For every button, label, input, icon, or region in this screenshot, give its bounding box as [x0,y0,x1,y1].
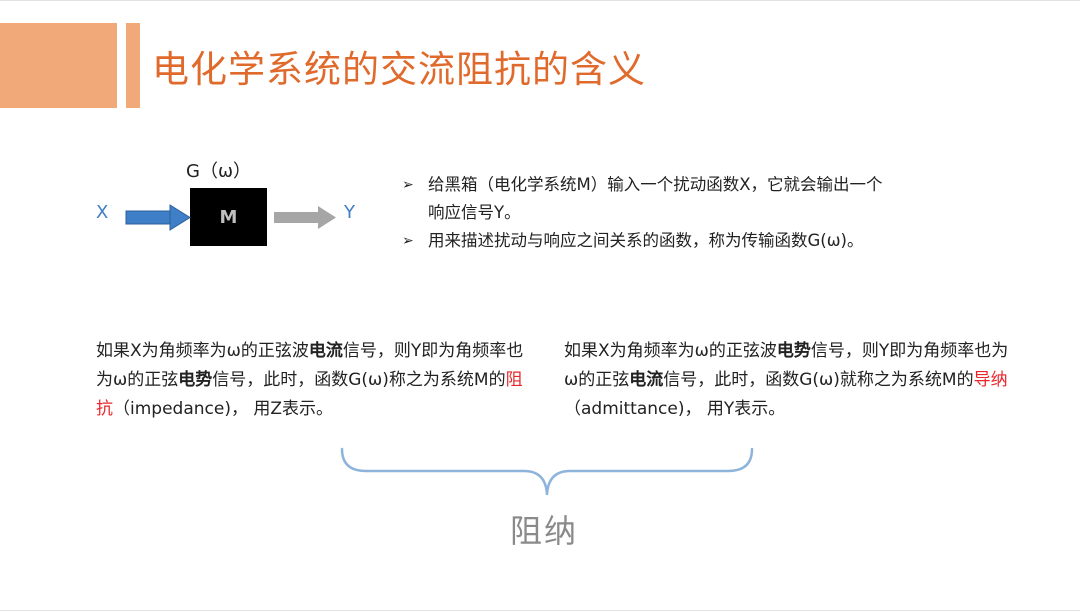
bullet-item: ➢ 用来描述扰动与响应之间关系的函数，称为传输函数G(ω)。 [402,227,1022,255]
admittance-term: 导纳 [973,370,1008,390]
bullet-line: 给黑箱（电化学系统M）输入一个扰动函数X，它就会输出一个 [428,175,883,194]
impedance-paragraph: 如果X为角频率为ω的正弦波电流信号，则Y即为角频率也为ω的正弦电势信号，此时，函… [96,337,532,424]
bullet-line: 用来描述扰动与响应之间关系的函数，称为传输函数G(ω)。 [428,231,864,250]
para-bold-term: 电流 [629,370,664,390]
arrow-bullet-icon: ➢ [402,177,414,193]
curly-brace-icon [340,447,754,496]
para-text: （admittance)， 用Y表示。 [564,399,786,419]
para-bold-term: 电势 [178,370,213,390]
diagram-arrows [125,204,336,231]
immittance-label: 阻纳 [510,512,579,550]
para-text: 如果X为角频率为ω的正弦波 [564,341,777,361]
bullet-list: ➢ 给黑箱（电化学系统M）输入一个扰动函数X，它就会输出一个 响应信号Y。 ➢ … [402,171,1022,255]
slide: 电化学系统的交流阻抗的含义 G（ω） X Y M ➢ 给黑箱（电化学系统M）输入… [0,0,1080,611]
arrow-bullet-icon: ➢ [402,233,414,249]
para-text: 如果X为角频率为ω的正弦波 [96,341,309,361]
output-arrow-icon [274,206,336,229]
para-text: （impedance)， 用Z表示。 [113,399,334,419]
para-text: 信号，此时，函数G(ω)就称之为系统M的 [663,370,974,390]
admittance-paragraph: 如果X为角频率为ω的正弦波电势信号，则Y即为角频率也为ω的正弦电流信号，此时，函… [564,337,1014,424]
para-bold-term: 电流 [308,341,343,361]
para-bold-term: 电势 [776,341,811,361]
bullet-line: 响应信号Y。 [428,203,521,222]
bullet-item: ➢ 给黑箱（电化学系统M）输入一个扰动函数X，它就会输出一个 响应信号Y。 [402,171,1022,227]
para-text: 信号，此时，函数G(ω)称之为系统M的 [212,370,506,390]
input-arrow-icon [125,204,191,231]
